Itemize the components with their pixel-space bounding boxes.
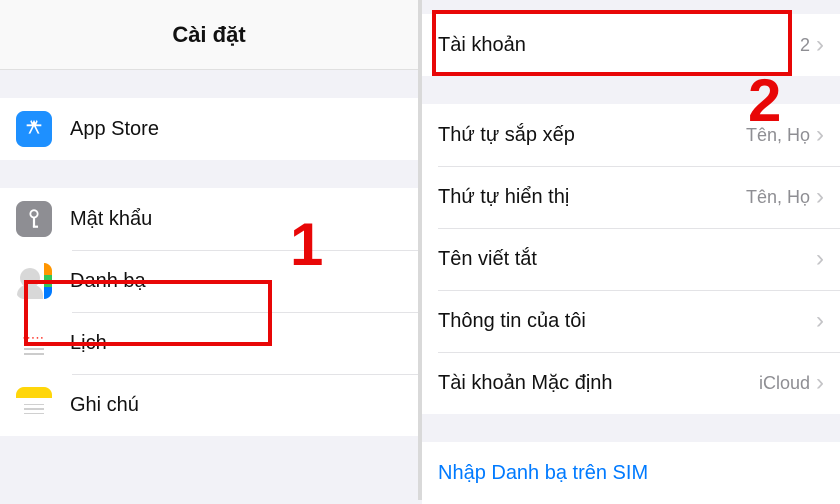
contacts-icon [16,263,52,299]
row-label: Tài khoản [438,34,800,57]
row-label: Thứ tự sắp xếp [438,124,746,147]
row-password[interactable]: Mật khẩu [0,188,418,250]
row-display-order[interactable]: Thứ tự hiển thị Tên, Họ › [422,166,840,228]
row-default-account[interactable]: Tài khoản Mặc định iCloud › [422,352,840,414]
appstore-icon [16,111,52,147]
row-label: Ghi chú [70,394,402,417]
row-label: Tài khoản Mặc định [438,372,759,395]
row-notes[interactable]: Ghi chú [0,374,418,436]
row-label: Thông tin của tôi [438,310,816,333]
row-label: Lịch [70,332,402,355]
row-label: Mật khẩu [70,208,402,231]
chevron-right-icon: › [816,121,824,149]
row-import-sim[interactable]: Nhập Danh bạ trên SIM [422,442,840,504]
display-group: Thứ tự sắp xếp Tên, Họ › Thứ tự hiển thị… [422,104,840,414]
key-icon [16,201,52,237]
row-value: Tên, Họ [746,187,810,208]
row-label: App Store [70,118,402,141]
row-my-info[interactable]: Thông tin của tôi › [422,290,840,352]
row-value: 2 [800,35,810,56]
row-accounts[interactable]: Tài khoản 2 › [422,14,840,76]
row-contacts[interactable]: Danh bạ [0,250,418,312]
settings-group-privacy: Mật khẩu Danh bạ ●●●●● Lịch Ghi chú [0,188,418,436]
settings-group-appstore: App Store [0,98,418,160]
chevron-right-icon: › [816,307,824,335]
row-label: Danh bạ [70,270,402,293]
chevron-right-icon: › [816,245,824,273]
row-value: iCloud [759,373,810,394]
calendar-icon: ●●●●● [16,325,52,361]
contacts-settings-pane: Tài khoản 2 › Thứ tự sắp xếp Tên, Họ › T… [422,0,840,500]
chevron-right-icon: › [816,31,824,59]
accounts-group: Tài khoản 2 › [422,0,840,76]
row-short-name[interactable]: Tên viết tắt › [422,228,840,290]
chevron-right-icon: › [816,183,824,211]
row-app-store[interactable]: App Store [0,98,418,160]
settings-main-pane: Cài đặt App Store Mật khẩu Danh bạ ●●●●● [0,0,422,500]
row-value: Tên, Họ [746,125,810,146]
page-title: Cài đặt [0,0,418,70]
import-group: Nhập Danh bạ trên SIM [422,442,840,504]
row-label: Nhập Danh bạ trên SIM [438,462,824,485]
notes-icon [16,387,52,423]
row-label: Thứ tự hiển thị [438,186,746,209]
chevron-right-icon: › [816,369,824,397]
row-sort-order[interactable]: Thứ tự sắp xếp Tên, Họ › [422,104,840,166]
row-calendar[interactable]: ●●●●● Lịch [0,312,418,374]
row-label: Tên viết tắt [438,248,816,271]
